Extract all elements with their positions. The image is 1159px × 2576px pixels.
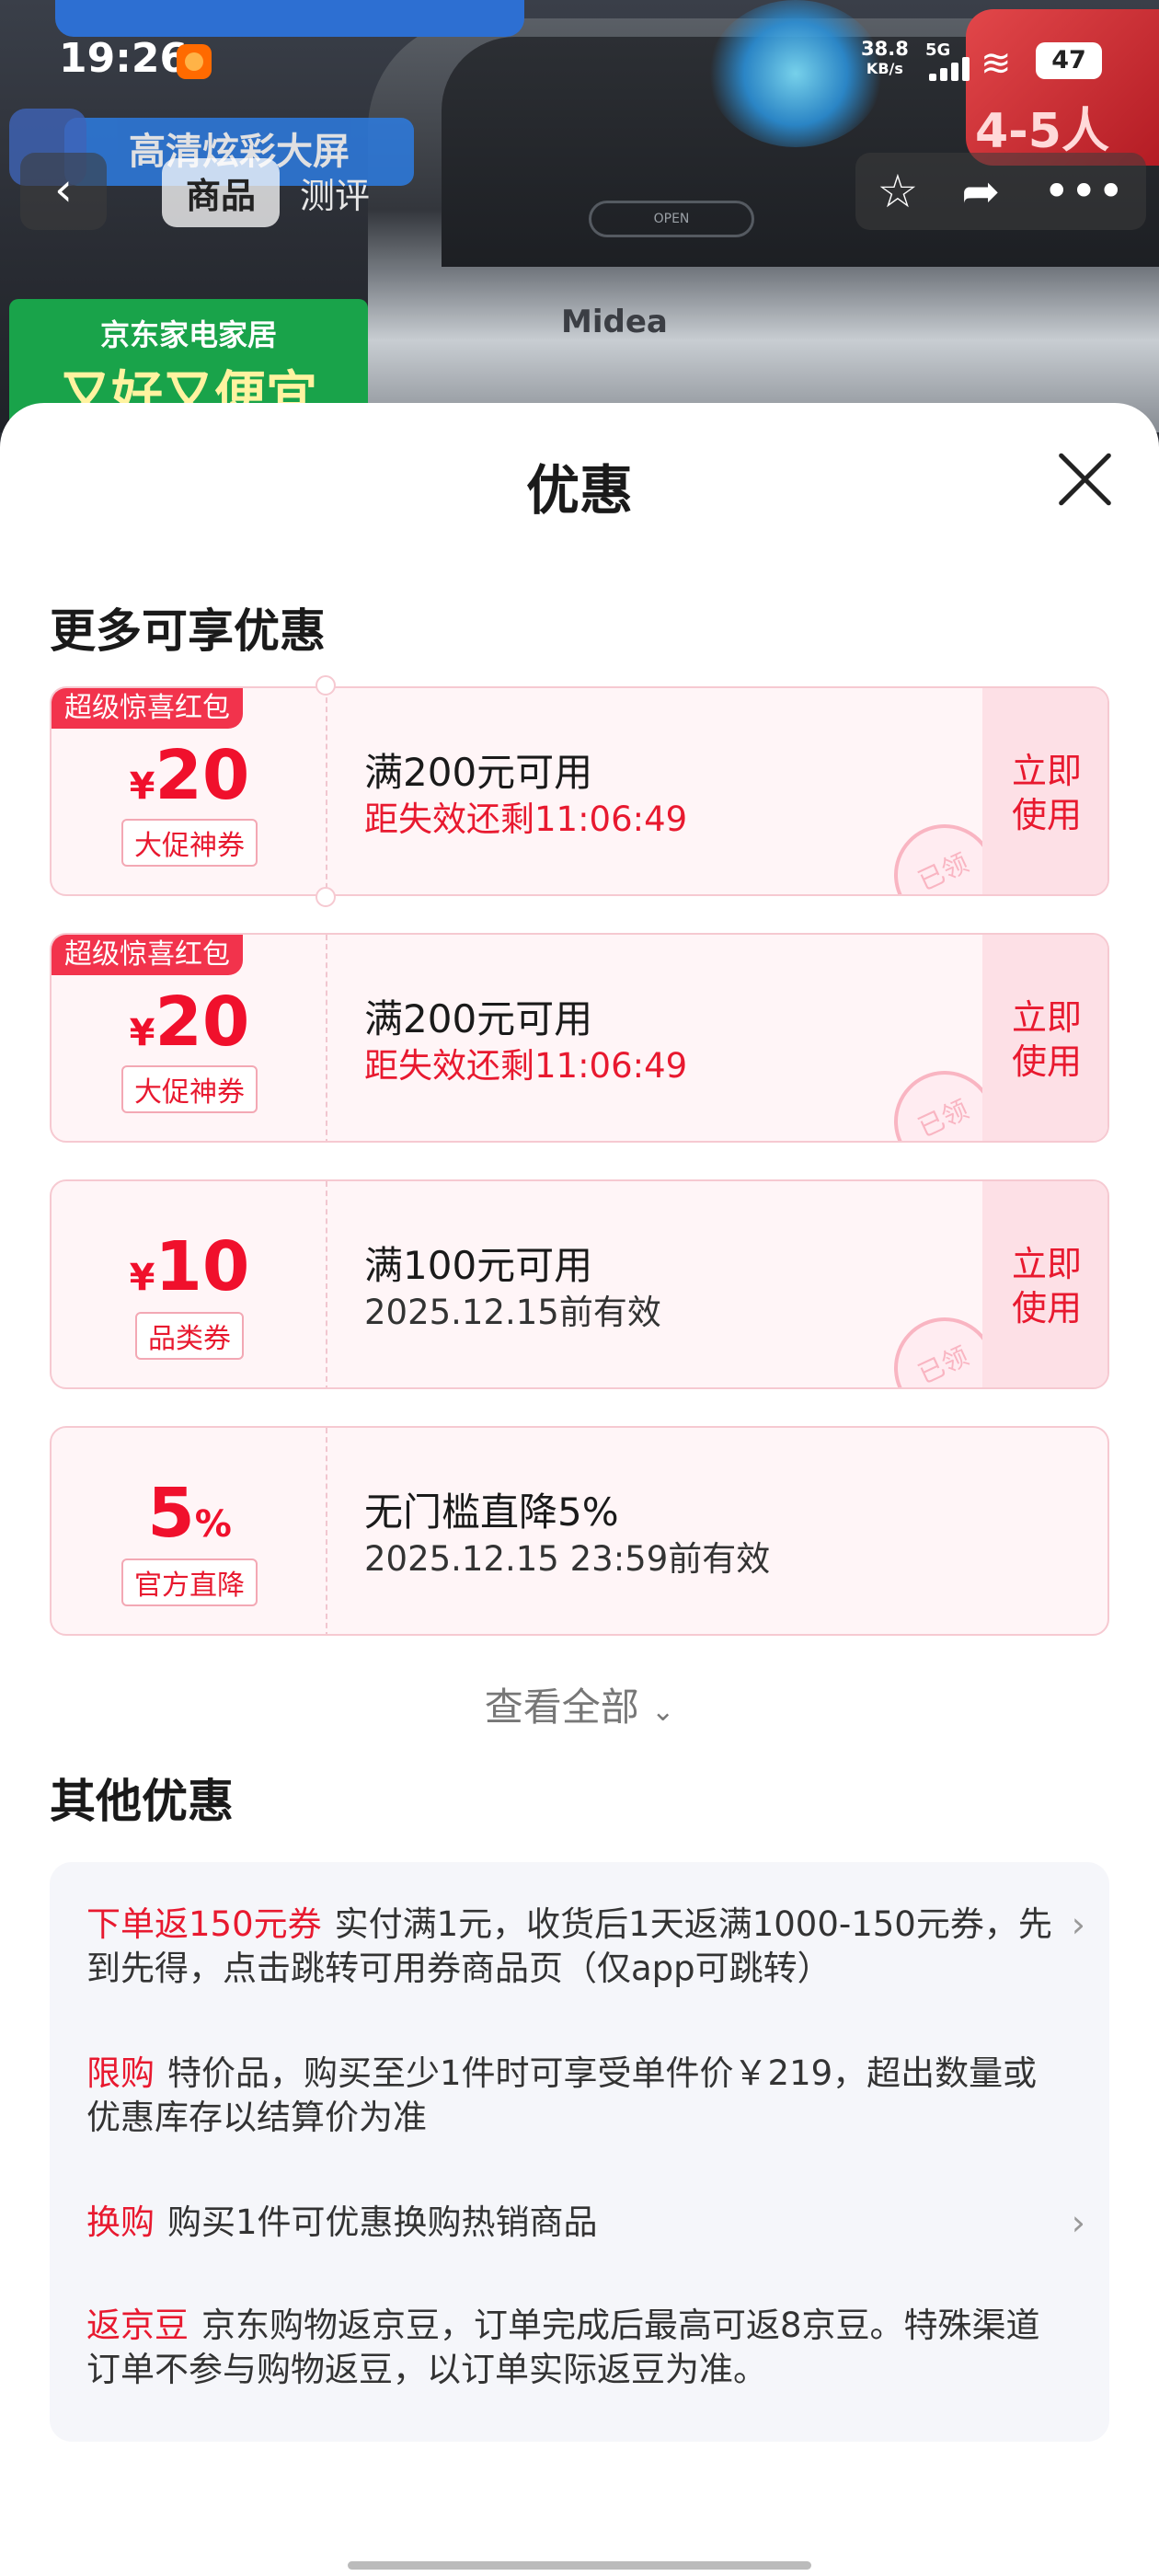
coupon-countdown: 距失效还剩11:06:49 (364, 799, 688, 839)
use-now-label: 立即 (1011, 997, 1082, 1038)
battery-indicator: 47 (1036, 42, 1102, 79)
use-now-label-2: 使用 (1011, 1288, 1082, 1328)
use-now-label-2: 使用 (1011, 795, 1082, 835)
coupon-kind-label: 品类券 (135, 1312, 244, 1360)
coupon-card[interactable]: 超级惊喜红包 ¥20 大促神券 满200元可用 距失效还剩11:06:49 已领… (50, 933, 1109, 1143)
coupon-notch (316, 887, 336, 907)
favorite-star-icon[interactable]: ☆ (877, 165, 918, 218)
coupon-currency: ¥ (129, 765, 155, 808)
coupon-percent-unit: % (194, 1503, 232, 1546)
coupon-amount-value: 10 (155, 1227, 250, 1306)
coupon-validity: 2025.12.15前有效 (364, 1293, 661, 1332)
coupon-condition: 满200元可用 (364, 996, 593, 1041)
tab-product[interactable]: 商品 (162, 157, 281, 227)
coupon-kind: 官方直降 (52, 1558, 327, 1606)
offer-return-coupon[interactable]: 下单返150元券 实付满1元，收货后1天返满1000-150元券，先到先得，点击跳… (86, 1903, 1085, 1991)
coupon-condition: 无门槛直降5% (364, 1489, 619, 1535)
offer-exchange[interactable]: 换购 购买1件可优惠换购热销商品 › (86, 2201, 1085, 2245)
more-icon[interactable]: ••• (1043, 165, 1124, 218)
promo-green-line1: 京东家电家居 (99, 317, 277, 352)
coupon-countdown: 距失效还剩11:06:49 (364, 1046, 688, 1086)
sheet-title: 优惠 (525, 459, 633, 522)
lid-button-text: OPEN (589, 201, 754, 237)
home-indicator[interactable] (348, 2561, 811, 2570)
view-all-label: 查看全部 (484, 1685, 639, 1730)
use-now-button[interactable]: 立即 使用 (982, 688, 1107, 894)
network-speed-value: 38.8 (861, 38, 909, 60)
use-now-button[interactable]: 立即 使用 (982, 1181, 1107, 1387)
coupon-currency: ¥ (129, 1257, 155, 1299)
offer-limit-purchase: 限购 特价品，购买至少1件时可享受单件价￥219，超出数量或优惠库存以结算价为准 (86, 2052, 1071, 2140)
close-icon[interactable] (1052, 447, 1117, 512)
offer-label: 换购 (86, 2202, 155, 2242)
coupon-notch (316, 675, 336, 696)
coupon-amount-value: 20 (155, 983, 250, 1062)
coupon-amount-value: 5 (147, 1474, 195, 1553)
coupon-kind-label: 大促神券 (121, 1065, 258, 1113)
coupon-currency: ¥ (129, 1012, 155, 1054)
coupon-amount: 5% (52, 1474, 327, 1553)
coupon-tag: 超级惊喜红包 (52, 935, 243, 975)
use-now-label: 立即 (1011, 1244, 1082, 1284)
use-now-label-2: 使用 (1011, 1041, 1082, 1082)
offer-label: 返京豆 (86, 2306, 189, 2345)
coupon-kind: 大促神券 (52, 1065, 327, 1113)
section-more-discounts: 更多可享优惠 (50, 604, 326, 658)
use-now-button[interactable]: 立即 使用 (982, 935, 1107, 1141)
chevron-right-icon: › (1071, 2202, 1085, 2243)
share-icon[interactable]: ➦ (961, 165, 1000, 218)
signal-icon (929, 57, 971, 81)
coupon-card[interactable]: ¥10 品类券 满100元可用 2025.12.15前有效 已领 立即 使用 (50, 1179, 1109, 1389)
brand-logo: Midea (561, 304, 668, 340)
product-tabs: 商品 测评 (162, 157, 390, 227)
offer-text: 京东购物返京豆，订单完成后最高可返8京豆。特殊渠道订单不参与购物返豆，以订单实际… (86, 2306, 1040, 2389)
view-all-button[interactable]: 查看全部 ⌄ (0, 1676, 1159, 1732)
status-time: 19:26 (59, 35, 189, 82)
coupon-card: 5% 官方直降 无门槛直降5% 2025.12.15 23:59前有效 (50, 1426, 1109, 1636)
coupon-validity: 2025.12.15 23:59前有效 (364, 1539, 771, 1579)
wifi-icon: ≋ (981, 42, 1012, 85)
chevron-left-icon: ‹ (54, 163, 73, 216)
coupon-amount: ¥20 (52, 983, 327, 1062)
tab-review[interactable]: 测评 (280, 167, 390, 218)
chevron-down-icon: ⌄ (651, 1696, 675, 1728)
coupon-amount-value: 20 (155, 736, 250, 815)
coupon-amount: ¥20 (52, 736, 327, 815)
offer-text: 购买1件可优惠换购热销商品 (167, 2202, 598, 2242)
network-speed-unit: KB/s (866, 60, 903, 77)
coupon-condition: 满200元可用 (364, 750, 593, 795)
nav-actions: ☆ ➦ ••• (855, 153, 1146, 230)
app-notification-icon (177, 44, 212, 79)
back-button[interactable]: ‹ (20, 153, 107, 230)
status-bar: 19:26 38.8 KB/s 5G ≋ 47 (0, 0, 1159, 120)
discount-sheet: 优惠 更多可享优惠 超级惊喜红包 ¥20 大促神券 满200元可用 距失效还剩1… (0, 403, 1159, 2576)
offer-label: 限购 (86, 2053, 155, 2093)
coupon-kind: 品类券 (52, 1312, 327, 1360)
use-now-label: 立即 (1011, 751, 1082, 791)
coupon-card[interactable]: 超级惊喜红包 ¥20 大促神券 满200元可用 距失效还剩11:06:49 已领… (50, 686, 1109, 896)
section-other-discounts: 其他优惠 (50, 1775, 234, 1828)
coupon-amount: ¥10 (52, 1227, 327, 1306)
coupon-condition: 满100元可用 (364, 1243, 593, 1288)
coupon-kind-label: 大促神券 (121, 819, 258, 867)
coupon-tag: 超级惊喜红包 (52, 688, 243, 729)
offer-jingdou: 返京豆 京东购物返京豆，订单完成后最高可返8京豆。特殊渠道订单不参与购物返豆，以订… (86, 2304, 1071, 2392)
other-offers-panel: 下单返150元券 实付满1元，收货后1天返满1000-150元券，先到先得，点击跳… (50, 1862, 1109, 2442)
coupon-kind: 大促神券 (52, 819, 327, 867)
offer-label: 下单返150元券 (86, 1904, 322, 1944)
offer-text: 特价品，购买至少1件时可享受单件价￥219，超出数量或优惠库存以结算价为准 (86, 2053, 1038, 2137)
coupon-kind-label: 官方直降 (121, 1558, 258, 1606)
chevron-right-icon: › (1071, 1904, 1085, 1945)
network-speed: 38.8 KB/s (861, 39, 909, 79)
